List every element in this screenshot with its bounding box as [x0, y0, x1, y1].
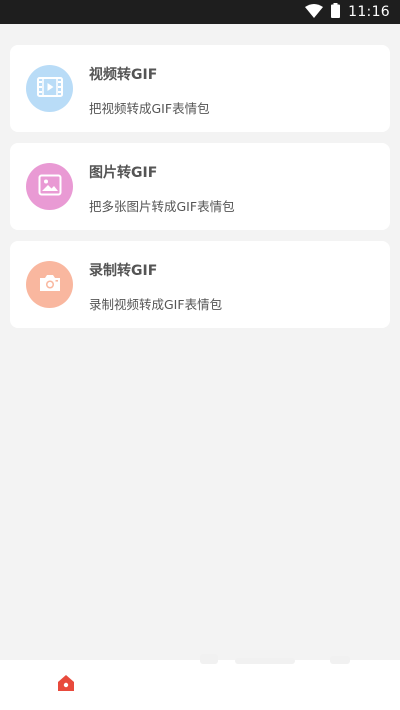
camera-icon-badge	[26, 261, 73, 308]
home-tab[interactable]	[55, 674, 77, 696]
video-icon	[36, 76, 63, 101]
camera-icon	[38, 273, 62, 297]
card-title: 视频转GIF	[89, 67, 158, 83]
bottom-nav	[0, 654, 400, 710]
status-icons: 11:16	[305, 0, 390, 24]
status-bar: 11:16	[0, 0, 400, 24]
background-artifact	[200, 654, 218, 664]
image-icon	[38, 174, 62, 200]
battery-icon	[331, 2, 341, 22]
record-to-gif-card[interactable]: 录制转GIF 录制视频转成GIF表情包	[10, 241, 390, 328]
home-icon	[57, 674, 75, 696]
card-description: 录制视频转成GIF表情包	[89, 297, 223, 312]
image-icon-badge	[26, 163, 73, 210]
video-icon-badge	[26, 65, 73, 112]
card-description: 把多张图片转成GIF表情包	[89, 199, 235, 214]
card-description: 把视频转成GIF表情包	[89, 101, 210, 116]
status-time: 11:16	[348, 4, 390, 20]
card-title: 图片转GIF	[89, 165, 158, 181]
wifi-icon	[305, 3, 324, 22]
images-to-gif-card[interactable]: 图片转GIF 把多张图片转成GIF表情包	[10, 143, 390, 230]
video-to-gif-card[interactable]: 视频转GIF 把视频转成GIF表情包	[10, 45, 390, 132]
background-artifact	[235, 658, 295, 664]
card-title: 录制转GIF	[89, 263, 158, 279]
background-artifact	[330, 656, 350, 664]
